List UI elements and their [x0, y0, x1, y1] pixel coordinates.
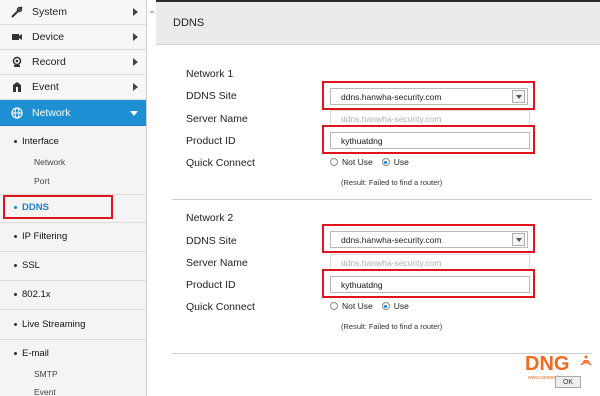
sidebar-item-label: Port — [34, 175, 50, 186]
sidebar-item-ip-filtering[interactable]: IP Filtering — [0, 229, 67, 243]
quick-connect-label: Quick Connect — [186, 157, 255, 169]
event-icon — [11, 81, 23, 93]
chevron-down-icon — [130, 111, 138, 116]
sidebar-item-802-1x[interactable]: 802.1x — [0, 287, 51, 301]
sidebar-item-event[interactable]: Event — [0, 75, 146, 100]
bullet-icon — [14, 322, 17, 326]
server-name-label: Server Name — [186, 113, 248, 125]
server-name-field: ddns.hanwha-security.com — [330, 110, 530, 127]
bullet-icon — [14, 205, 17, 209]
bullet-icon — [14, 292, 17, 296]
bullet-icon — [14, 351, 17, 355]
dropdown-arrow-icon[interactable] — [512, 90, 525, 103]
ddns-site-label: DDNS Site — [186, 90, 237, 102]
sidebar-item-record[interactable]: Record — [0, 50, 146, 75]
ok-button[interactable]: OK — [555, 376, 581, 388]
ddns-site-select[interactable]: ddns.hanwha-security.com — [330, 88, 528, 105]
sidebar-item-interface[interactable]: Interface — [0, 134, 59, 148]
sidebar-item-label: SSL — [22, 259, 40, 271]
sidebar-item-device[interactable]: Device — [0, 25, 146, 50]
divider — [172, 199, 592, 200]
divider — [0, 222, 146, 223]
bullet-icon — [14, 263, 17, 267]
product-id-input[interactable]: kythuatdng — [330, 132, 530, 149]
sidebar-subitem-event[interactable]: Event — [0, 382, 56, 396]
record-icon — [11, 56, 23, 68]
sidebar-item-label: Interface — [22, 135, 59, 147]
quick-connect-radio-group: Not Use Use — [327, 301, 415, 311]
sidebar-item-ssl[interactable]: SSL — [0, 258, 40, 272]
quick-connect-radio-group: Not Use Use — [327, 157, 415, 167]
bullet-icon — [14, 234, 17, 238]
chevron-right-icon — [133, 8, 138, 16]
dropdown-arrow-icon[interactable] — [512, 233, 525, 246]
radio-not-use[interactable] — [330, 302, 338, 310]
select-value: ddns.hanwha-security.com — [341, 91, 442, 102]
sidebar-item-label: DDNS — [22, 201, 49, 213]
sidebar-item-label: Record — [32, 56, 66, 68]
sidebar-item-label: Network — [34, 156, 66, 167]
radio-label: Not Use — [342, 157, 373, 167]
sidebar-item-network[interactable]: Network — [0, 100, 146, 126]
sidebar-item-ddns[interactable]: DDNS — [0, 200, 49, 214]
status-text: (Result: Failed to find a router) — [341, 178, 443, 187]
sidebar-item-label: 802.1x — [22, 288, 51, 300]
bullet-icon — [14, 139, 17, 143]
sidebar-item-label: Event — [34, 386, 56, 396]
divider — [0, 194, 146, 195]
radio-label: Not Use — [342, 301, 373, 311]
sidebar-item-label: E-mail — [22, 347, 49, 359]
camera-icon — [11, 31, 23, 43]
divider — [0, 280, 146, 281]
ddns-site-select[interactable]: ddns.hanwha-security.com — [330, 231, 528, 248]
sidebar-item-system[interactable]: System — [0, 0, 146, 25]
radio-label: Use — [393, 301, 409, 311]
status-text: (Result: Failed to find a router) — [341, 322, 443, 331]
sidebar-item-label: SMTP — [34, 368, 58, 379]
divider — [0, 251, 146, 252]
sidebar-item-email[interactable]: E-mail — [0, 346, 49, 360]
sidebar-item-label: Event — [32, 81, 59, 93]
sidebar-item-label: Network — [32, 106, 71, 119]
server-name-label: Server Name — [186, 257, 248, 269]
sidebar-subitem-smtp[interactable]: SMTP — [0, 364, 58, 383]
sidebar-item-label: System — [32, 6, 68, 18]
page-title: DDNS — [173, 17, 205, 29]
divider — [0, 309, 146, 310]
network2-heading: Network 2 — [186, 212, 234, 224]
radio-not-use[interactable] — [330, 158, 338, 166]
input-value: kythuatdng — [341, 135, 383, 146]
sidebar-subitem-network[interactable]: Network — [0, 152, 65, 171]
sidebar: System Device Record Event Network Inter… — [0, 0, 147, 396]
field-value: ddns.hanwha-security.com — [341, 113, 442, 124]
chevron-right-icon — [133, 33, 138, 41]
product-id-label: Product ID — [186, 135, 236, 147]
sidebar-item-label: Device — [32, 31, 65, 43]
field-value: ddns.hanwha-security.com — [341, 257, 442, 268]
sidebar-item-live-streaming[interactable]: Live Streaming — [0, 317, 85, 331]
input-value: kythuatdng — [341, 279, 383, 290]
sidebar-subitem-port[interactable]: Port — [0, 171, 50, 190]
chevron-right-icon — [133, 83, 138, 91]
server-name-field: ddns.hanwha-security.com — [330, 254, 530, 271]
signal-wave-icon — [580, 355, 592, 366]
sidebar-item-label: IP Filtering — [22, 230, 68, 242]
logo-text: DNG — [525, 353, 570, 375]
select-value: ddns.hanwha-security.com — [341, 234, 442, 245]
divider — [0, 339, 146, 340]
product-id-label: Product ID — [186, 279, 236, 291]
page-header: DDNS — [156, 2, 600, 45]
chevron-right-icon — [133, 58, 138, 66]
network1-heading: Network 1 — [186, 68, 234, 80]
ddns-site-label: DDNS Site — [186, 235, 237, 247]
radio-use[interactable] — [381, 302, 390, 310]
quick-connect-label: Quick Connect — [186, 301, 255, 313]
product-id-input[interactable]: kythuatdng — [330, 276, 530, 293]
tools-icon — [11, 6, 23, 18]
globe-icon — [11, 106, 23, 119]
radio-use[interactable] — [381, 158, 390, 166]
sidebar-item-label: Live Streaming — [22, 318, 86, 330]
radio-label: Use — [393, 157, 409, 167]
